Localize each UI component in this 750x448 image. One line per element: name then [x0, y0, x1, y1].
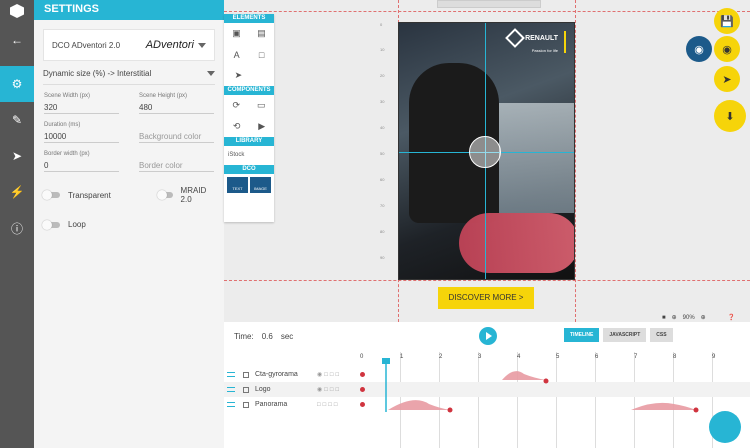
chevron-down-icon — [198, 42, 206, 48]
tagline: Passion for life — [531, 48, 558, 53]
mraid-label: MRAID 2.0 — [180, 186, 207, 204]
elements-header: ELEMENTS — [224, 14, 274, 23]
info-icon[interactable]: ⓘ — [0, 210, 34, 246]
elements-toolbox: ELEMENTS ▣ ▤ A □ ➤ COMPONENTS ⟳ ▭ ⟲ ▶ LIBRAR… — [224, 14, 274, 222]
back-arrow-icon[interactable]: ← — [0, 22, 34, 58]
chat-icon[interactable] — [709, 411, 741, 443]
istock-item[interactable]: iStock — [224, 146, 274, 165]
help-icon[interactable]: ❓ — [728, 314, 735, 321]
frame-icon[interactable]: ▭ — [257, 100, 266, 111]
gyro-handle[interactable] — [469, 136, 501, 168]
components-header: COMPONENTS — [224, 86, 274, 95]
preview-eye-icon[interactable]: ◉ — [714, 36, 740, 62]
zoom-fit-icon[interactable]: ⊕ — [701, 314, 706, 321]
transparent-label: Transparent — [68, 190, 111, 200]
dco-label: DCO ADventori 2.0 — [52, 40, 121, 50]
duration-input[interactable]: 10000 — [44, 128, 119, 143]
size-mode-value: Dynamic size (%) -> Interstitial — [43, 69, 152, 78]
dco-text-button[interactable]: TEXT — [227, 177, 248, 193]
icon-rail: ← ⚙ ✎ ➤ ⚡ ⓘ — [0, 0, 34, 448]
dco-image-button[interactable]: IMAGE — [250, 177, 271, 193]
library-header: LIBRARY — [224, 137, 274, 146]
timeline-panel: Time: 0.6 sec TIMELINE JAVASCRIPT CSS 0 … — [224, 322, 750, 448]
background-color-input[interactable]: Background color — [139, 128, 214, 143]
scene-height-input[interactable]: 480 — [139, 99, 214, 114]
share-icon[interactable]: ➤ — [714, 66, 740, 92]
share-icon[interactable]: ➤ — [0, 138, 34, 174]
youtube-icon[interactable]: ▶ — [258, 121, 265, 132]
dco-brand: ADventori — [145, 39, 194, 51]
zoom-out-icon[interactable]: ■ — [662, 315, 666, 321]
scene-width-input[interactable]: 320 — [44, 99, 119, 114]
image-icon[interactable]: ▣ — [232, 28, 241, 39]
eye-icon[interactable]: ◉ — [686, 36, 712, 62]
gear-icon[interactable]: ⚙ — [0, 66, 34, 102]
shape-icon[interactable]: □ — [259, 50, 264, 60]
settings-panel: SETTINGS DCO ADventori 2.0 ADventori Dyn… — [34, 0, 224, 448]
dco-header: DCO — [224, 165, 274, 174]
zoom-in-icon[interactable]: ⊕ — [672, 314, 677, 321]
discover-more-button[interactable]: DISCOVER MORE > — [438, 287, 534, 309]
chevron-down-icon — [207, 71, 215, 76]
transparent-toggle[interactable]: Transparent — [42, 186, 111, 204]
rotate-icon[interactable]: ⟳ — [232, 100, 240, 111]
renault-logo: RENAULT — [505, 28, 558, 48]
video-icon[interactable]: ▤ — [257, 28, 266, 39]
loop-label: Loop — [68, 220, 86, 229]
mraid-toggle[interactable]: MRAID 2.0 — [156, 186, 214, 204]
ad-preview[interactable]: RENAULT Passion for life — [398, 22, 575, 280]
logo-icon — [0, 0, 34, 22]
dco-select[interactable]: DCO ADventori 2.0 ADventori — [43, 29, 215, 61]
bolt-icon[interactable]: ⚡ — [0, 174, 34, 210]
zoom-level: 90% — [682, 314, 695, 321]
pencil-icon[interactable]: ✎ — [0, 102, 34, 138]
text-icon[interactable]: A — [234, 50, 240, 60]
loop-toggle[interactable]: Loop — [42, 219, 214, 230]
save-icon[interactable]: 💾 — [714, 8, 740, 34]
border-width-input[interactable]: 0 — [44, 157, 119, 172]
size-mode-select[interactable]: Dynamic size (%) -> Interstitial — [43, 69, 215, 85]
border-color-input[interactable]: Border color — [139, 157, 214, 172]
share-element-icon[interactable]: ➤ — [235, 70, 243, 81]
canvas-stage: 0 10 20 30 40 50 60 70 80 90 RENAULT Passion … — [224, 0, 750, 322]
download-icon[interactable]: ⬇ — [714, 100, 746, 132]
animation-curves — [382, 358, 699, 413]
vertical-ruler: 0 10 20 30 40 50 60 70 80 90 — [380, 22, 385, 260]
zoom-controls[interactable]: ■ ⊕ 90% ⊕ ❓ — [662, 314, 735, 322]
gyro-icon[interactable]: ⟲ — [233, 121, 241, 132]
canvas-toolbar[interactable] — [437, 0, 541, 8]
settings-title: SETTINGS — [34, 0, 224, 20]
